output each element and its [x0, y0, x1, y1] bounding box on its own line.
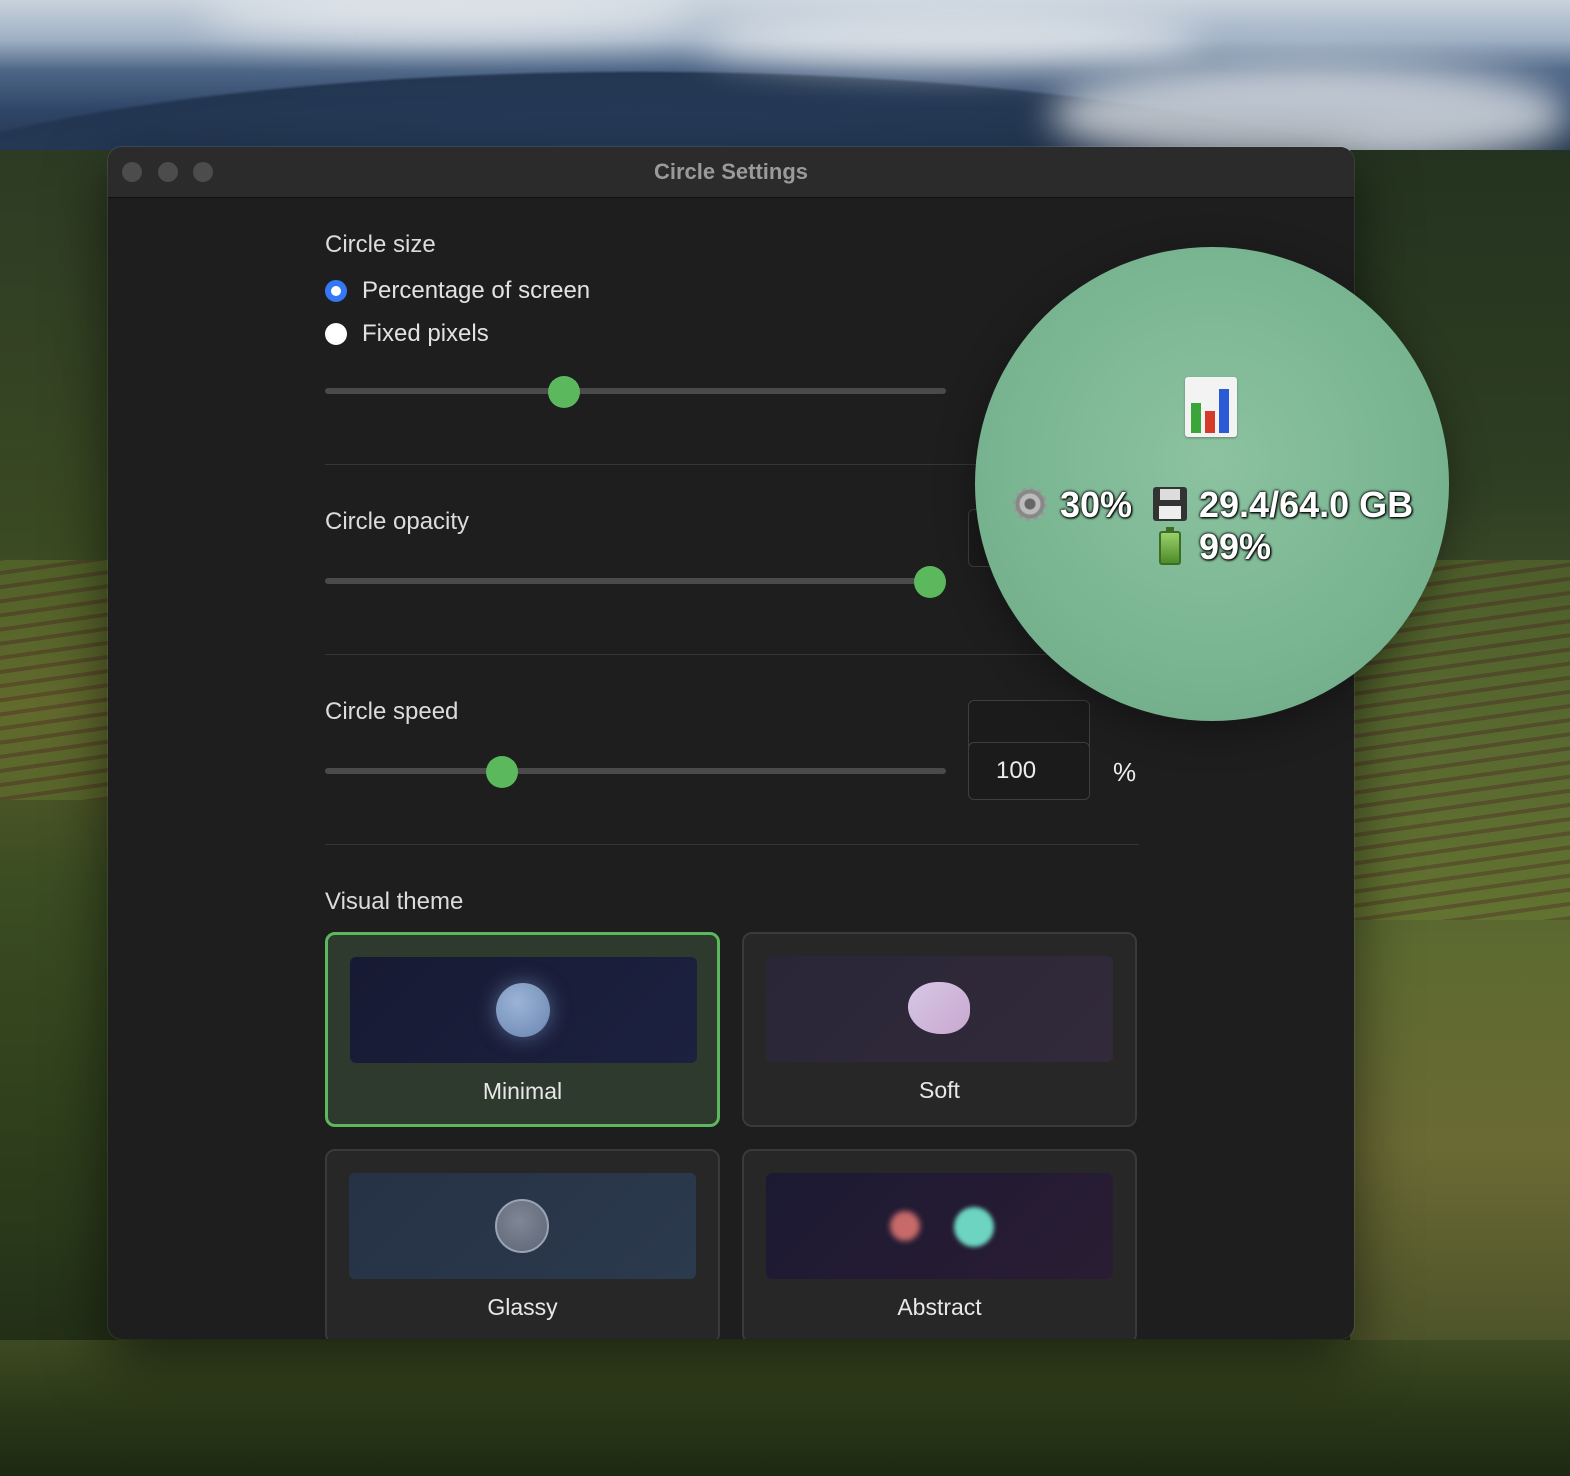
circle-size-slider[interactable] [325, 376, 946, 408]
circle-widget[interactable]: 30% 29.4/64.0 GB 99% [975, 247, 1449, 721]
circle-size-label: Circle size [325, 231, 436, 258]
radio-label-fixed: Fixed pixels [362, 320, 489, 347]
theme-card-glassy[interactable]: Glassy [325, 1149, 720, 1339]
circle-speed-label: Circle speed [325, 698, 459, 725]
radio-fixed-pixels[interactable]: Fixed pixels [325, 320, 489, 348]
gear-icon [1013, 487, 1047, 521]
cpu-usage: 30% [1060, 484, 1133, 525]
theme-name-soft: Soft [919, 1077, 960, 1103]
slider-thumb[interactable] [914, 566, 947, 598]
theme-name-glassy: Glassy [487, 1294, 558, 1320]
radio-percentage-of-screen[interactable]: Percentage of screen [325, 277, 590, 305]
divider [325, 654, 1139, 655]
circle-opacity-slider[interactable] [325, 566, 947, 598]
theme-card-minimal[interactable]: Minimal [325, 932, 720, 1127]
circle-speed-unit: % [1113, 757, 1137, 787]
slider-thumb[interactable] [485, 756, 518, 788]
theme-preview-abstract [766, 1173, 1113, 1279]
battery-level: 99% [1199, 526, 1272, 567]
radio-label-percentage: Percentage of screen [362, 277, 591, 304]
window-title: Circle Settings [653, 159, 809, 184]
slider-track[interactable] [325, 578, 946, 584]
divider [325, 844, 1139, 845]
theme-preview-glassy [349, 1173, 696, 1279]
disk-icon [1153, 487, 1187, 521]
memory-usage: 29.4/64.0 GB [1199, 484, 1414, 525]
slider-track[interactable] [325, 388, 946, 394]
theme-card-soft[interactable]: Soft [742, 932, 1137, 1127]
visual-theme-label: Visual theme [325, 888, 464, 915]
circle-speed-slider[interactable] [325, 756, 946, 788]
theme-name-minimal: Minimal [482, 1078, 563, 1104]
slider-thumb[interactable] [548, 376, 581, 408]
theme-preview-soft [766, 956, 1113, 1062]
title-bar: Circle Settings [108, 147, 1354, 198]
battery-icon [1159, 527, 1181, 565]
chart-icon [1185, 377, 1237, 437]
radio-button-selected[interactable] [325, 280, 347, 302]
theme-card-abstract[interactable]: Abstract [742, 1149, 1137, 1339]
theme-preview-minimal [350, 957, 697, 1063]
radio-button[interactable] [325, 323, 347, 345]
slider-track[interactable] [325, 768, 946, 774]
theme-name-abstract: Abstract [897, 1294, 982, 1320]
circle-opacity-label: Circle opacity [325, 508, 470, 535]
circle-speed-value-field[interactable]: 100 [968, 742, 1090, 800]
